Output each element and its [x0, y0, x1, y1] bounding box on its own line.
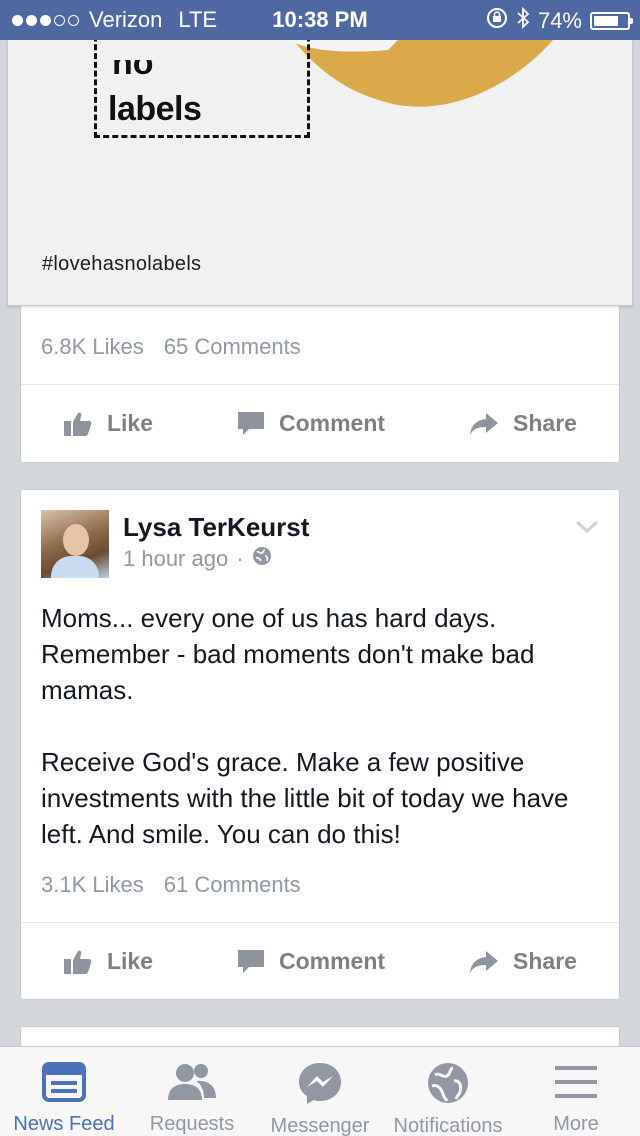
action-bar: Like Comment Share — [21, 384, 619, 462]
comment-label: Comment — [279, 410, 386, 436]
rotation-lock-icon — [486, 7, 508, 35]
hashtag[interactable]: #lovehasnolabels — [42, 253, 201, 276]
like-label: Like — [106, 948, 154, 974]
share-label: Share — [513, 948, 577, 974]
shared-link-preview[interactable]: no labels #lovehasnolabels — [7, 40, 633, 306]
action-bar: Like Comment Share — [21, 922, 619, 1000]
tab-label: More — [553, 1113, 599, 1135]
notifications-icon — [426, 1061, 470, 1105]
requests-icon — [166, 1061, 218, 1103]
chevron-down-icon[interactable] — [575, 520, 599, 539]
tab-label: News Feed — [13, 1113, 115, 1135]
battery-percent: 74% — [537, 8, 582, 33]
tab-label: Messenger — [270, 1115, 370, 1136]
bluetooth-icon — [516, 6, 530, 36]
tab-notifications[interactable]: Notifications — [384, 1047, 512, 1136]
share-button[interactable]: Share — [469, 410, 577, 437]
post-time[interactable]: 1 hour ago — [123, 546, 228, 572]
battery-icon — [590, 12, 633, 30]
share-button[interactable]: Share — [469, 948, 577, 975]
tab-requests[interactable]: Requests — [128, 1047, 256, 1136]
post-card: Lysa TerKeurst 1 hour ago · Moms... ever… — [20, 489, 620, 1000]
status-bar-right: 74% — [486, 6, 633, 36]
meta-separator: · — [236, 546, 244, 571]
image-label: labels — [108, 90, 202, 128]
more-icon — [555, 1061, 597, 1103]
comment-button[interactable]: Comment — [237, 410, 385, 437]
comment-button[interactable]: Comment — [237, 948, 385, 975]
share-arrow-icon — [469, 412, 499, 436]
like-button[interactable]: Like — [63, 948, 153, 975]
author-name[interactable]: Lysa TerKeurst — [123, 512, 309, 543]
globe-icon — [252, 546, 272, 572]
status-bar: Verizon LTE 10:38 PM 74% — [0, 0, 640, 40]
tab-more[interactable]: More — [512, 1047, 640, 1136]
comment-bubble-icon — [237, 411, 265, 437]
like-button[interactable]: Like — [63, 410, 153, 437]
news-feed-icon — [42, 1061, 86, 1103]
comments-count[interactable]: 65 Comments — [164, 334, 301, 360]
tab-label: Notifications — [393, 1115, 503, 1136]
thumbs-up-icon — [63, 411, 93, 437]
share-arrow-icon — [469, 950, 499, 974]
tab-bar: News Feed Requests Messenger Notificatio… — [0, 1046, 640, 1136]
post-body: Moms... every one of us has hard days. R… — [41, 603, 569, 849]
tab-messenger[interactable]: Messenger — [256, 1047, 384, 1136]
battery-fill — [594, 16, 618, 26]
post-meta: 1 hour ago · — [123, 546, 272, 572]
tab-news-feed[interactable]: News Feed — [0, 1047, 128, 1136]
like-label: Like — [106, 410, 154, 436]
image-label-top: no — [112, 60, 154, 80]
likes-count[interactable]: 3.1K Likes — [41, 872, 144, 898]
comment-label: Comment — [279, 948, 386, 974]
tab-label: Requests — [149, 1113, 235, 1135]
comments-count[interactable]: 61 Comments — [164, 872, 301, 898]
likes-count[interactable]: 6.8K Likes — [41, 334, 144, 360]
author-avatar[interactable] — [41, 510, 109, 578]
post-stats: 3.1K Likes 61 Comments — [41, 872, 301, 898]
messenger-icon — [297, 1061, 343, 1105]
thumbs-up-icon — [63, 949, 93, 975]
comment-bubble-icon — [237, 949, 265, 975]
share-label: Share — [513, 410, 577, 436]
post-stats: 6.8K Likes 65 Comments — [41, 334, 301, 360]
shared-post-card: 6.8K Likes 65 Comments Like Comment Shar… — [20, 296, 620, 463]
